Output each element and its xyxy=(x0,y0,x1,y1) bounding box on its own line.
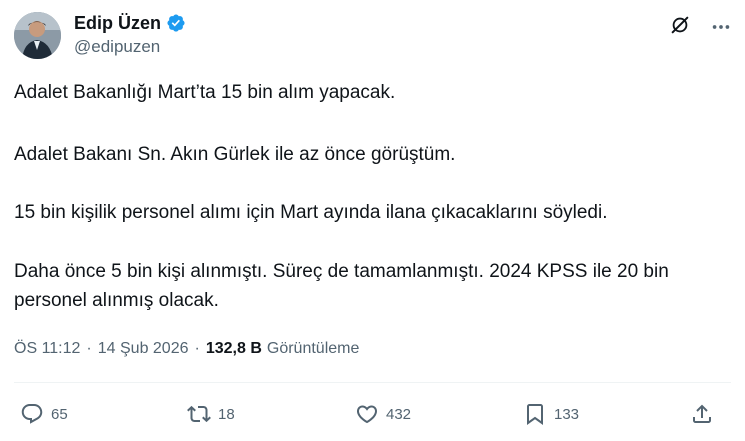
tweet-paragraph: Daha önce 5 bin kişi alınmıştı. Süreç de… xyxy=(14,261,669,311)
tweet-meta: ÖS 11:12 · 14 Şub 2026 · 132,8 B Görüntü… xyxy=(14,340,359,358)
tweet-paragraph: Adalet Bakanı Sn. Akın Gürlek ile az önc… xyxy=(14,144,456,165)
avatar-image xyxy=(14,12,61,59)
more-options-icon[interactable] xyxy=(710,16,732,38)
share-icon xyxy=(693,404,711,423)
reply-button[interactable]: 65 xyxy=(20,402,68,426)
grok-icon[interactable] xyxy=(669,14,691,36)
author-name[interactable]: Edip Üzen xyxy=(74,12,161,34)
avatar[interactable] xyxy=(14,12,61,59)
author-name-row: Edip Üzen xyxy=(74,12,186,34)
repost-icon xyxy=(187,405,211,423)
share-button[interactable] xyxy=(690,402,714,426)
repost-count: 18 xyxy=(218,405,235,423)
divider xyxy=(14,382,731,383)
tweet-paragraph: Adalet Bakanlığı Mart’ta 15 bin alım yap… xyxy=(14,82,396,103)
bookmark-button[interactable]: 133 xyxy=(523,402,579,426)
like-count: 432 xyxy=(386,405,412,423)
reply-icon xyxy=(21,404,43,424)
views-label: Görüntüleme xyxy=(266,340,360,357)
tweet-header: Edip Üzen @edipuzen xyxy=(14,10,734,62)
author-handle[interactable]: @edipuzen xyxy=(74,37,160,57)
verified-badge-icon xyxy=(167,14,185,32)
like-button[interactable]: 432 xyxy=(355,402,411,426)
meta-separator: · xyxy=(86,340,92,357)
heart-icon xyxy=(356,405,378,424)
repost-button[interactable]: 18 xyxy=(187,402,235,426)
tweet-date[interactable]: 14 Şub 2026 xyxy=(98,340,189,358)
views-count: 132,8 B xyxy=(205,340,262,357)
bookmark-icon xyxy=(527,404,543,425)
reply-count: 65 xyxy=(51,405,68,423)
meta-separator: · xyxy=(194,340,200,357)
tweet-paragraph: 15 bin kişilik personel alımı için Mart … xyxy=(14,202,608,223)
bookmark-count: 133 xyxy=(554,405,580,423)
tweet-time[interactable]: ÖS 11:12 xyxy=(14,340,80,358)
